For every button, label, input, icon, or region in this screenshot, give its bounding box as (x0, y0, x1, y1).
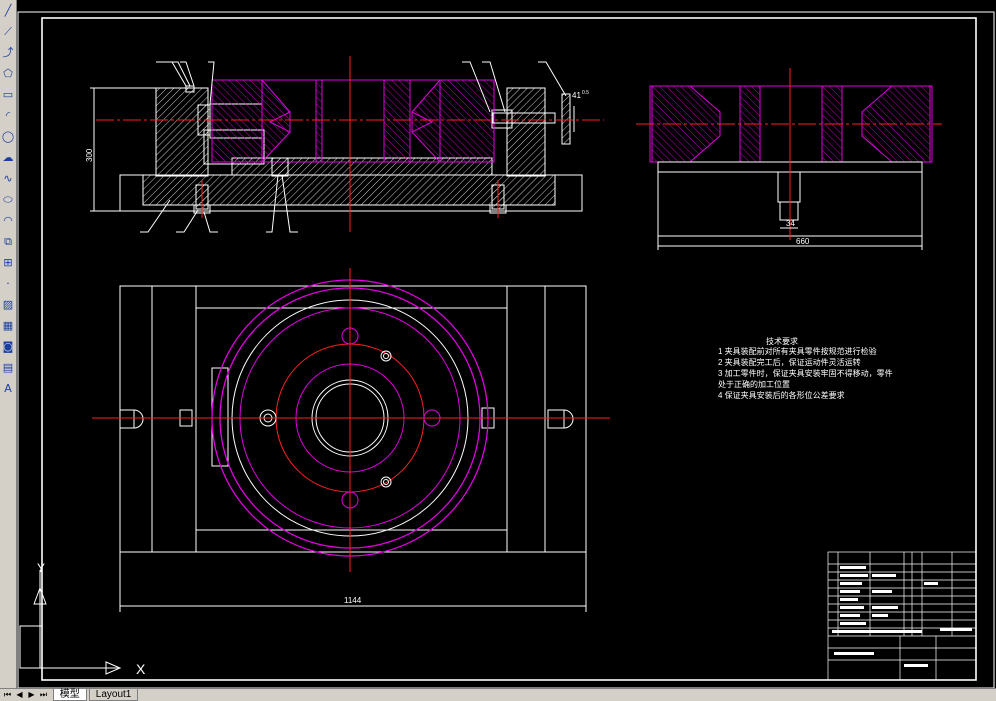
tech-line-2: 2 夹具装配完工后，保证运动件灵活运转 (718, 357, 861, 367)
dim-side-width-label: 660 (796, 237, 810, 246)
construction-line-tool[interactable]: ⟋ (1, 22, 15, 42)
plan-view: 1144 (92, 268, 610, 612)
tab-layout1[interactable]: Layout1 (88, 689, 139, 701)
arc-tool[interactable]: ◜ (1, 106, 15, 126)
dim-height-label: 300 (85, 148, 94, 162)
text-tool[interactable]: A (1, 379, 15, 399)
point-tool[interactable]: · (1, 274, 15, 294)
line-tool[interactable]: ╱ (1, 1, 15, 21)
tech-line-3: 3 加工零件时，保证夹具安装牢固不得移动，零件 (718, 368, 893, 378)
tech-title: 技术要求 (766, 336, 798, 346)
tech-line-4: 处于正确的加工位置 (718, 379, 790, 389)
prev-tab-button[interactable]: ◀ (15, 689, 24, 699)
technical-requirements: 技术要求 1 夹具装配前对所有夹具零件按规范进行检验 2 夹具装配完工后，保证运… (718, 336, 893, 400)
dim-plan-width-label: 1144 (344, 596, 362, 605)
polygon-tool[interactable]: ⬠ (1, 64, 15, 84)
dim-small-label: 34 (786, 219, 795, 228)
ucs-x-label: X (136, 661, 146, 677)
first-tab-button[interactable]: ⏮ (3, 689, 12, 699)
side-section-view: 660 34 (636, 68, 942, 250)
rectangle-tool[interactable]: ▭ (1, 85, 15, 105)
revision-cloud-tool[interactable]: ☁ (1, 148, 15, 168)
drawing-canvas[interactable]: 300 41 0.5 660 34 1144 技术要求 1 夹具装配前对所有夹具… (17, 0, 996, 688)
ellipse-tool[interactable]: ⬭ (1, 190, 15, 210)
tech-line-5: 4 保证夹具安装后的各形位公差要求 (718, 390, 845, 400)
dim-side-height-sub-label: 0.5 (582, 90, 589, 96)
next-tab-button[interactable]: ▶ (27, 689, 36, 699)
draw-toolbar: ╱ ⟋ ⤴ ⬠ ▭ ◜ ◯ ☁ ∿ ⬭ ◠ ⧉ ⊞ · ▨ ▦ ◙ ▤ A (0, 0, 17, 688)
ucs-y-label: Y (37, 561, 45, 575)
tab-model[interactable]: 模型 (52, 689, 87, 701)
insert-block-tool[interactable]: ⧉ (1, 232, 15, 252)
make-block-tool[interactable]: ⊞ (1, 253, 15, 273)
circle-tool[interactable]: ◯ (1, 127, 15, 147)
gradient-tool[interactable]: ▦ (1, 316, 15, 336)
front-section-view: 300 41 0.5 (85, 56, 604, 233)
table-tool[interactable]: ▤ (1, 358, 15, 378)
ucs-icon: Y X (19, 561, 146, 677)
region-tool[interactable]: ◙ (1, 337, 15, 357)
tech-line-1: 1 夹具装配前对所有夹具零件按规范进行检验 (718, 346, 877, 356)
spline-tool[interactable]: ∿ (1, 169, 15, 189)
polyline-tool[interactable]: ⤴ (1, 43, 15, 63)
title-block-fill (832, 566, 972, 667)
layout-tab-bar: ⏮ ◀ ▶ ⏭ 模型 Layout1 (0, 688, 996, 701)
dim-side-height-label: 41 (572, 91, 581, 100)
hatch-tool[interactable]: ▨ (1, 295, 15, 315)
ellipse-arc-tool[interactable]: ◠ (1, 211, 15, 231)
last-tab-button[interactable]: ⏭ (39, 689, 48, 699)
